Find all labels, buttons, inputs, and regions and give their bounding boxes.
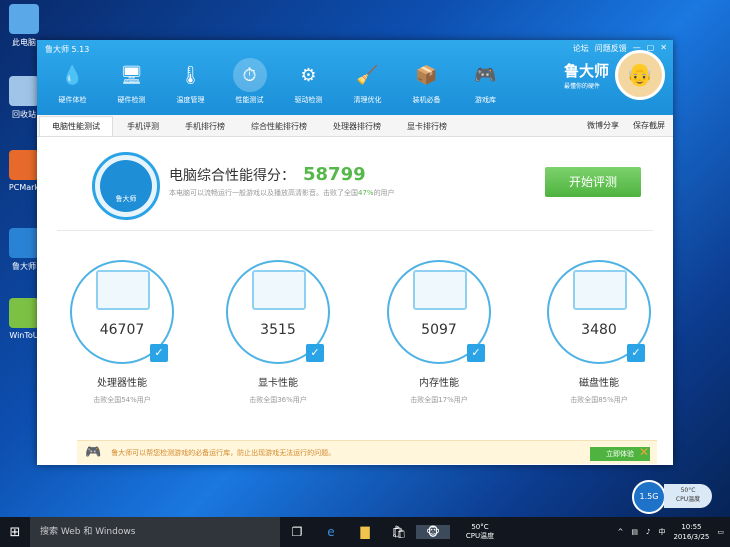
hard-disk-icon: [573, 270, 627, 310]
disk-performance-card[interactable]: 3480 ✓ 磁盘性能 击败全国85%用户: [544, 260, 654, 405]
taskbar-search[interactable]: 搜索 Web 和 Windows: [30, 517, 280, 547]
score-description: 本电脑可以流畅运行一般游戏以及播放高清影音。击败了全国47%的用户: [169, 189, 395, 197]
notification-icon[interactable]: ▭: [717, 528, 724, 536]
cpu-temp-widget[interactable]: 50°C CPU温度: [450, 523, 510, 541]
clock[interactable]: 10:55 2016/3/25: [673, 522, 709, 542]
mascot-avatar[interactable]: 👴: [615, 50, 665, 100]
android-icon: [9, 298, 39, 328]
start-test-button[interactable]: 开始评测: [545, 167, 641, 197]
brand-slogan: 最懂你的硬件: [563, 83, 600, 90]
memory-chip-icon: [413, 270, 467, 310]
cpu-label: 处理器性能: [97, 378, 147, 389]
tab-actions: 微博分享 保存截屏: [587, 120, 665, 131]
temperature-bubble[interactable]: 1.5G: [632, 480, 666, 514]
thermometer-icon: 🌡: [179, 64, 202, 86]
tool-cleanup[interactable]: 🧹 清理优化: [338, 58, 397, 105]
tool-driver-detect[interactable]: ⚙ 驱动检测: [279, 58, 338, 105]
brand-name: 鲁大师: [563, 62, 609, 80]
graphics-card-icon: [252, 270, 306, 310]
board-icon: 🖥: [120, 64, 143, 86]
ludashi-window: 鲁大师 5.13 论坛 问题反馈 — ▢ ✕ 💧 硬件体检 🖥 硬件检测 🌡 温度管理…: [37, 40, 673, 465]
tool-game-library[interactable]: 🎮 游戏库: [456, 58, 515, 105]
banner-text: 鲁大师可以帮您检测游戏的必备运行库，防止出现游戏无法运行的问题。: [111, 448, 336, 457]
disk-score: 3480: [581, 322, 617, 338]
recycle-bin-icon: [9, 76, 39, 106]
save-screenshot-button[interactable]: 保存截屏: [633, 120, 665, 131]
top-toolbar: 鲁大师 5.13 论坛 问题反馈 — ▢ ✕ 💧 硬件体检 🖥 硬件检测 🌡 温度管理…: [37, 40, 673, 115]
network-icon[interactable]: ▤: [631, 528, 638, 536]
check-icon: ✓: [306, 344, 324, 362]
memory-score: 5097: [421, 322, 457, 338]
windows-start-icon[interactable]: ⊞: [0, 525, 30, 540]
gpu-sub: 击败全国36%用户: [249, 396, 307, 404]
temperature-panel: 50°C CPU温度: [664, 484, 712, 508]
package-icon: 📦: [415, 64, 438, 86]
tool-list: 💧 硬件体检 🖥 硬件检测 🌡 温度管理 ⏱ 性能测试 ⚙ 驱动检测 🧹 清理优化 📦 装机必…: [43, 58, 515, 105]
memory-performance-card[interactable]: 5097 ✓ 内存性能 击败全国17%用户: [384, 260, 494, 405]
store-icon[interactable]: 🛍: [382, 525, 416, 539]
ludashi-icon: [9, 228, 39, 258]
cpu-performance-card[interactable]: 46707 ✓ 处理器性能 击败全国54%用户: [67, 260, 177, 405]
computer-icon: [9, 4, 39, 34]
chevron-up-icon[interactable]: ^: [618, 528, 624, 536]
divider: [57, 230, 653, 231]
runtime-banner: 🎮 鲁大师可以帮您检测游戏的必备运行库，防止出现游戏无法运行的问题。 立即体验 …: [77, 440, 657, 464]
tab-gpu-rank[interactable]: 显卡排行榜: [395, 117, 459, 136]
tool-hardware-check[interactable]: 💧 硬件体检: [43, 58, 102, 105]
cpu-ring: 46707 ✓: [70, 260, 174, 364]
task-view-icon[interactable]: ❐: [280, 525, 314, 539]
memory-label: 内存性能: [419, 378, 459, 389]
gpu-performance-card[interactable]: 3515 ✓ 显卡性能 击败全国36%用户: [223, 260, 333, 405]
check-icon: ✓: [150, 344, 168, 362]
tool-hardware-detect[interactable]: 🖥 硬件检测: [102, 58, 161, 105]
check-icon: ✓: [627, 344, 645, 362]
speedometer-icon: 鲁大师: [100, 160, 152, 212]
gear-icon: ⚙: [300, 64, 317, 86]
tab-phone-test[interactable]: 手机评测: [115, 117, 171, 136]
tool-performance-test[interactable]: ⏱ 性能测试: [220, 58, 279, 105]
memory-ring: 5097 ✓: [387, 260, 491, 364]
system-tray: ^ ▤ ♪ 中 10:55 2016/3/25 ▭: [618, 522, 730, 542]
score-value: 58799: [303, 164, 366, 185]
window-title: 鲁大师 5.13: [45, 45, 90, 54]
cpu-score: 46707: [99, 322, 145, 338]
disk-sub: 击败全国85%用户: [570, 396, 628, 404]
disk-ring: 3480 ✓: [547, 260, 651, 364]
taskbar: ⊞ 搜索 Web 和 Windows ❐ e ▇ 🛍 🐵 50°C CPU温度 ^…: [0, 517, 730, 547]
banner-close-icon[interactable]: ✕: [639, 445, 649, 459]
tab-phone-rank[interactable]: 手机排行榜: [173, 117, 237, 136]
memory-sub: 击败全国17%用户: [410, 396, 468, 404]
score-title: 电脑综合性能得分： 58799: [169, 164, 366, 185]
pcmark-icon: [9, 150, 39, 180]
monitor-icon: [96, 270, 150, 310]
disk-label: 磁盘性能: [579, 378, 619, 389]
gamepad-icon: 🎮: [474, 64, 497, 86]
file-explorer-icon[interactable]: ▇: [348, 525, 382, 539]
brand: 鲁大师最懂你的硬件 👴: [564, 50, 665, 100]
cpu-sub: 击败全国54%用户: [93, 396, 151, 404]
check-icon: ✓: [467, 344, 485, 362]
tab-overall-rank[interactable]: 综合性能排行榜: [239, 117, 319, 136]
gpu-label: 显卡性能: [258, 378, 298, 389]
tab-pc-performance[interactable]: 电脑性能测试: [39, 116, 113, 136]
speedometer-icon: ⏱: [232, 58, 267, 92]
score-dial: 鲁大师: [92, 152, 160, 220]
input-method-icon[interactable]: 中: [658, 527, 665, 537]
broom-icon: 🧹: [356, 64, 379, 86]
tool-temperature[interactable]: 🌡 温度管理: [161, 58, 220, 105]
tab-bar: 电脑性能测试 手机评测 手机排行榜 综合性能排行榜 处理器排行榜 显卡排行榜 微…: [37, 115, 673, 137]
edge-icon[interactable]: e: [314, 525, 348, 539]
gpu-ring: 3515 ✓: [226, 260, 330, 364]
tool-essentials[interactable]: 📦 装机必备: [397, 58, 456, 105]
tab-cpu-rank[interactable]: 处理器排行榜: [321, 117, 393, 136]
ludashi-taskbar-icon[interactable]: 🐵: [416, 525, 450, 539]
volume-icon[interactable]: ♪: [646, 528, 650, 536]
weibo-share-button[interactable]: 微博分享: [587, 120, 619, 131]
water-drop-icon: 💧: [61, 64, 84, 86]
gamepad-icon: 🎮: [85, 445, 102, 460]
gpu-score: 3515: [260, 322, 296, 338]
